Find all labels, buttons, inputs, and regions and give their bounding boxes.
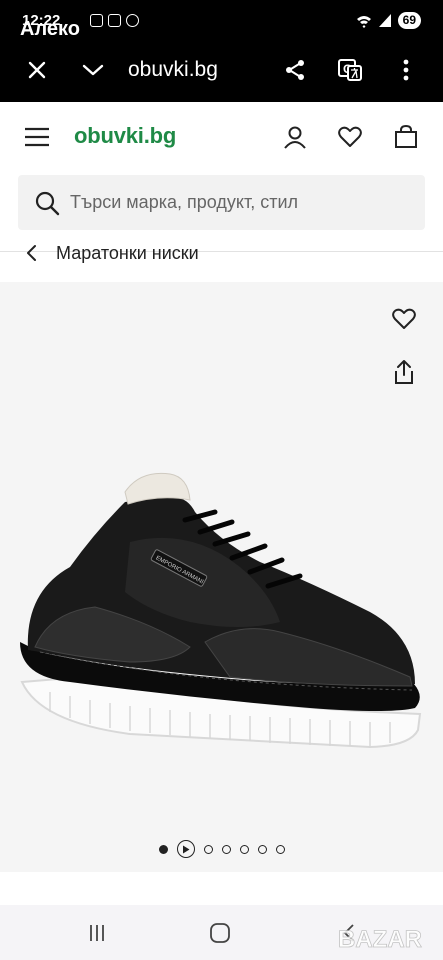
play-icon — [182, 845, 189, 853]
chevron-down-icon — [82, 64, 104, 76]
breadcrumb-label[interactable]: Маратонки ниски — [56, 243, 199, 264]
browser-menu-button[interactable] — [392, 56, 420, 84]
menu-icon — [25, 127, 49, 147]
close-icon — [28, 61, 46, 79]
site-logo[interactable]: obuvki.bg — [74, 123, 176, 149]
home-icon — [210, 923, 230, 943]
gallery-dot-6[interactable] — [257, 844, 267, 854]
more-vertical-icon — [403, 59, 409, 81]
wishlist-button[interactable] — [336, 123, 364, 151]
recent-apps-button[interactable] — [82, 919, 112, 947]
cart-button[interactable] — [392, 123, 420, 151]
gallery-wishlist-button[interactable] — [389, 304, 419, 334]
product-gallery[interactable]: EMPORIO ARMANI — [0, 282, 443, 872]
url-text[interactable]: obuvki.bg — [128, 56, 218, 84]
shopping-bag-icon — [395, 125, 417, 148]
viber-icon — [126, 14, 139, 27]
heart-icon — [338, 126, 362, 147]
battery-indicator: 69 — [397, 12, 421, 29]
recent-apps-icon — [90, 925, 104, 941]
contact-overlay-name: Алеко — [20, 18, 80, 40]
svg-text:BAZAR: BAZAR — [338, 926, 422, 953]
bazar-watermark: BAZAR — [338, 926, 423, 954]
gallery-icon — [108, 14, 121, 27]
notification-icons — [90, 14, 139, 27]
account-button[interactable] — [281, 123, 309, 151]
gallery-dot-5[interactable] — [239, 844, 249, 854]
gallery-video-dot[interactable] — [176, 840, 195, 858]
chevron-left-icon — [27, 245, 36, 261]
share-icon — [286, 60, 304, 80]
share-button[interactable] — [281, 56, 309, 84]
logo-tld: .bg — [143, 123, 177, 148]
logo-main: obuvki — [74, 123, 144, 148]
gallery-dot-4[interactable] — [221, 844, 231, 854]
gallery-share-button[interactable] — [389, 357, 419, 387]
gallery-dot-3[interactable] — [203, 844, 213, 854]
home-button[interactable] — [205, 919, 235, 947]
search-input[interactable] — [70, 192, 390, 213]
hamburger-menu-button[interactable] — [23, 123, 51, 151]
gallery-dot-1[interactable] — [158, 844, 168, 854]
user-icon — [284, 126, 306, 149]
minimize-button[interactable] — [79, 56, 107, 84]
wifi-icon — [356, 15, 371, 28]
status-right: 69 — [356, 12, 421, 29]
browser-top-bar: 12:22 Алеко 69 obuvki.bg G — [0, 0, 443, 102]
translate-icon: G — [338, 59, 362, 81]
close-tab-button[interactable] — [23, 56, 51, 84]
product-image-sneaker: EMPORIO ARMANI — [20, 472, 422, 749]
gallery-pagination[interactable] — [0, 839, 443, 859]
upload-share-icon — [395, 360, 413, 384]
search-icon — [35, 191, 60, 215]
breadcrumb[interactable]: Маратонки ниски — [0, 238, 443, 268]
heart-icon — [392, 308, 416, 329]
gallery-dot-7[interactable] — [275, 844, 285, 854]
instagram-icon — [90, 14, 103, 27]
signal-icon — [378, 14, 391, 27]
translate-button[interactable]: G — [336, 56, 364, 84]
search-bar[interactable] — [18, 175, 425, 230]
